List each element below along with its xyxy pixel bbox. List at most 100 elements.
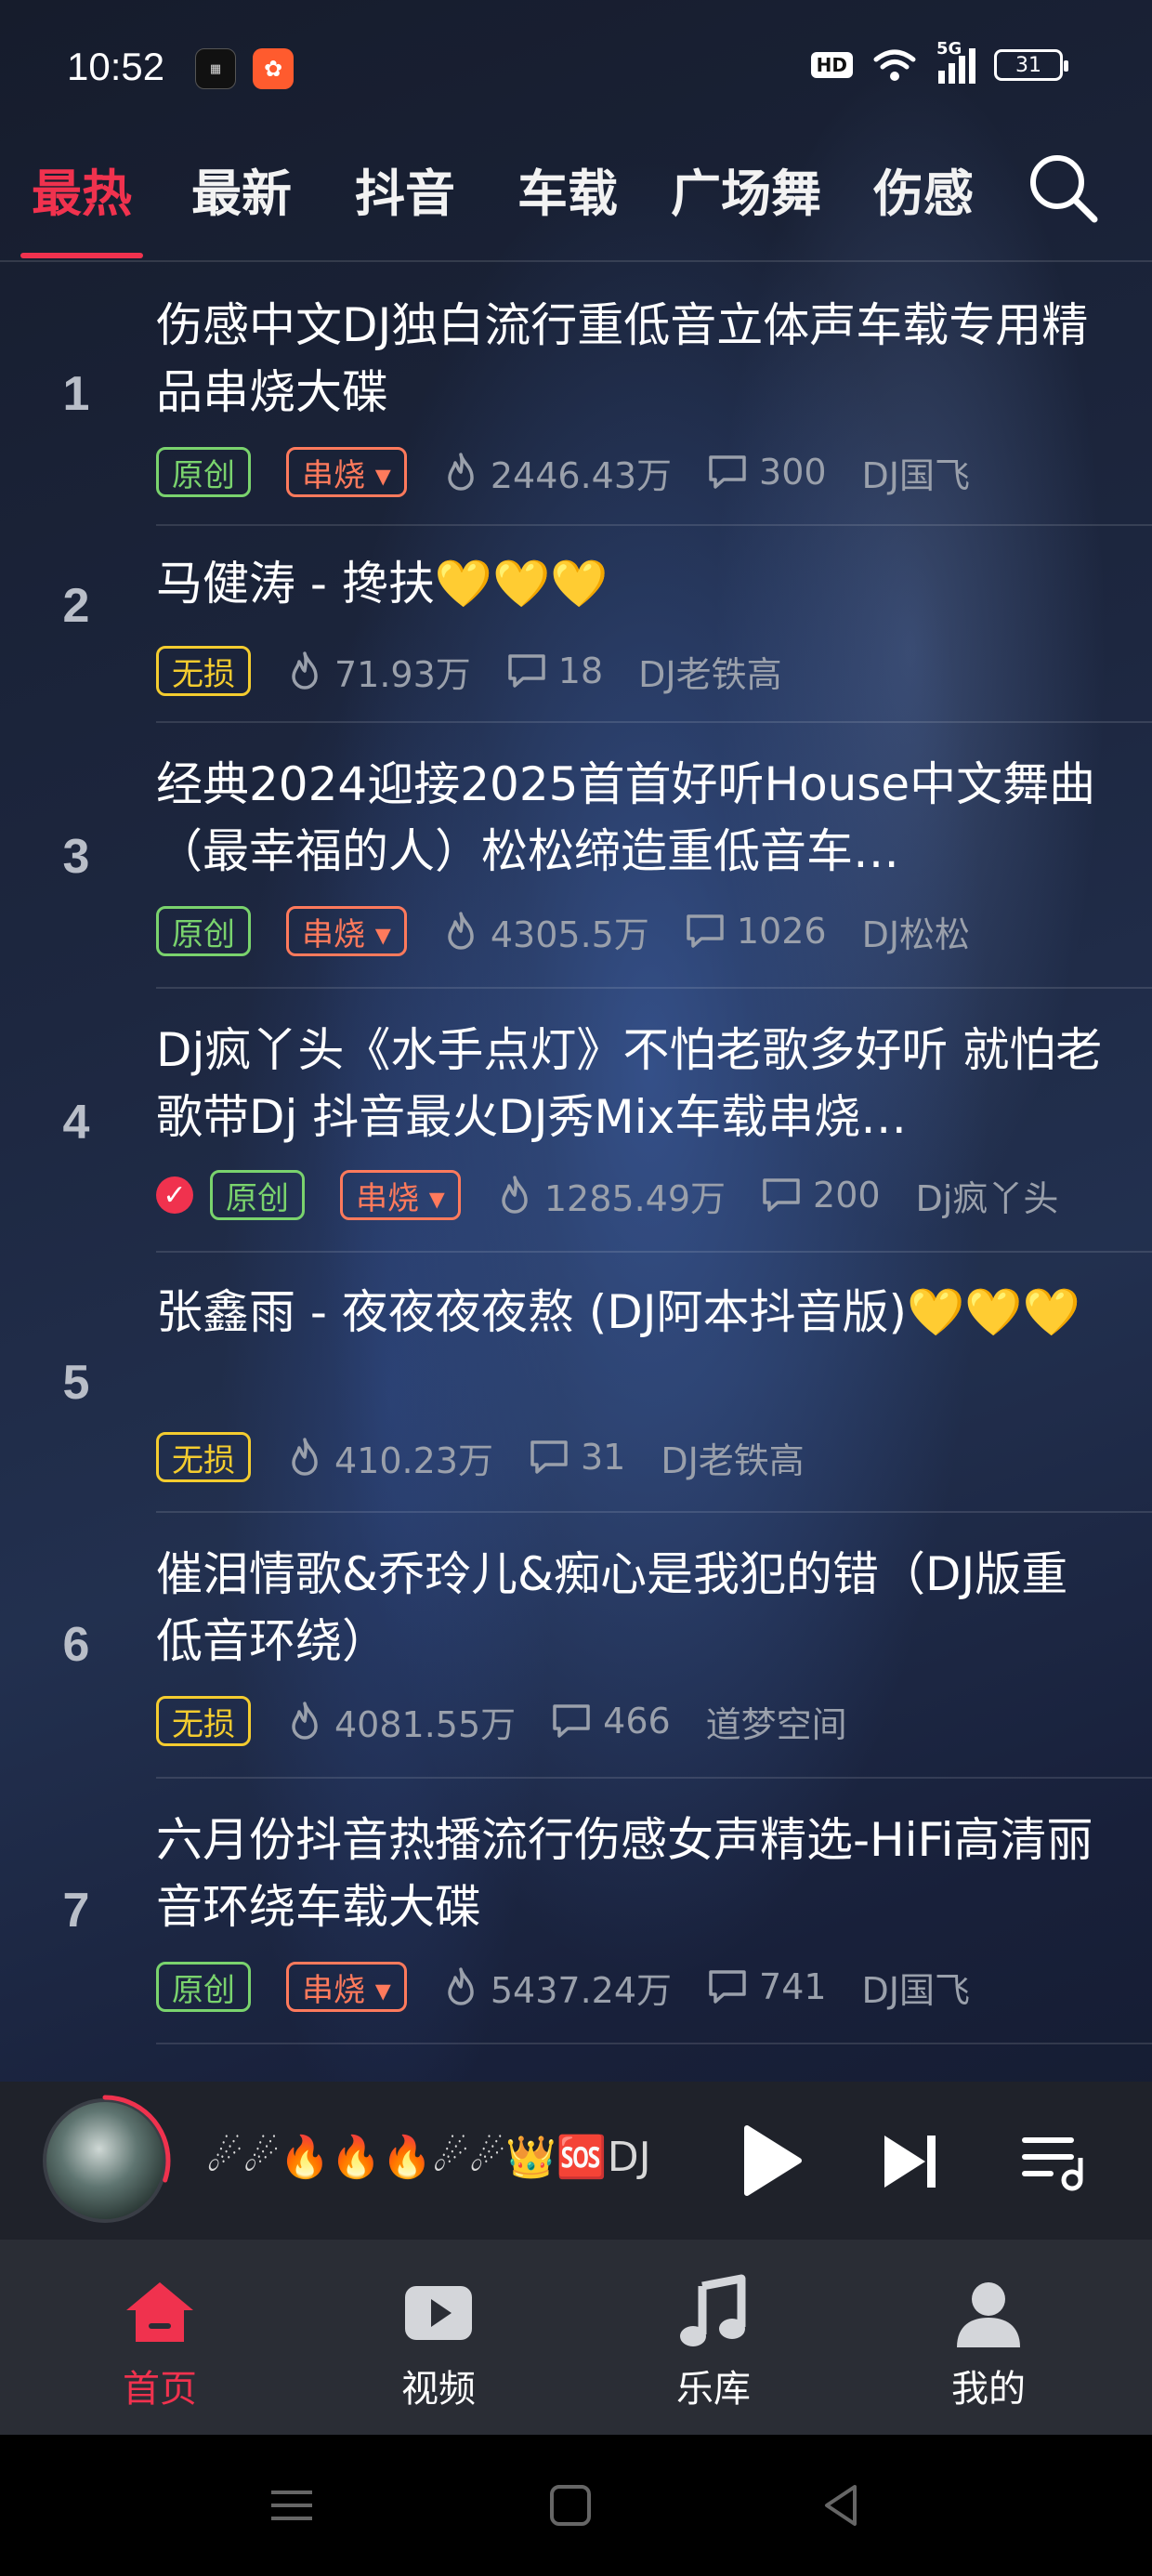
play-icon[interactable] — [727, 2119, 810, 2202]
playback-progress-ring — [39, 2095, 171, 2227]
original-tag: 原创 — [156, 906, 251, 956]
rank-number: 3 — [62, 830, 90, 884]
divider — [156, 2043, 1152, 2044]
song-meta: 原创 串烧 ▾ 4305.5万 1026 DJ松松 — [156, 905, 970, 957]
tab-hottest[interactable]: 最热 — [32, 152, 132, 226]
comment-count[interactable]: 741 — [707, 1966, 827, 2007]
tab-newest[interactable]: 最新 — [191, 152, 292, 226]
nav-video[interactable]: 视频 — [346, 2273, 531, 2412]
rank-number: 6 — [62, 1618, 90, 1672]
video-icon — [405, 2286, 472, 2340]
author-name[interactable]: DJ国飞 — [862, 447, 970, 498]
list-item[interactable]: 1 伤感中文DJ独白流行重低音立体声车载专用精品串烧大碟 原创 串烧 ▾ 244… — [0, 262, 1152, 526]
play-count-value: 2446.43万 — [490, 454, 673, 496]
battery-level: 31 — [1015, 53, 1041, 77]
tab-car[interactable]: 车载 — [517, 152, 618, 226]
tab-sad[interactable]: 伤感 — [873, 152, 974, 226]
comment-count[interactable]: 200 — [761, 1175, 881, 1216]
song-meta: 原创 串烧 ▾ 2446.43万 300 DJ国飞 — [156, 446, 970, 498]
tab-douyin[interactable]: 抖音 — [355, 152, 455, 226]
author-name[interactable]: DJ老铁高 — [638, 646, 781, 697]
flame-icon — [292, 1702, 318, 1740]
song-title[interactable]: 张鑫雨 - 夜夜夜夜熬 (DJ阿本抖音版)💛💛💛 — [156, 1279, 1104, 1346]
music-note-icon — [680, 2274, 746, 2346]
medley-tag-dropdown[interactable]: 串烧 ▾ — [286, 447, 407, 497]
rank-number: 1 — [62, 367, 90, 421]
list-item[interactable]: 4 Dj疯丫头《水手点灯》不怕老歌多好听 就怕老歌带Dj 抖音最火DJ秀Mix车… — [0, 989, 1152, 1253]
song-title[interactable]: 六月份抖音热播流行伤感女声精选-HiFi高清丽音环绕车载大碟 — [156, 1807, 1104, 1940]
mini-player[interactable]: ☄☄🔥🔥🔥☄☄👑🆘DJ — [0, 2082, 1152, 2240]
song-meta: 原创 串烧 ▾ 5437.24万 741 DJ国飞 — [156, 1961, 970, 2013]
system-navigation-bar — [0, 2435, 1152, 2576]
original-tag: 原创 — [156, 1962, 251, 2012]
play-count-value: 410.23万 — [334, 1439, 493, 1481]
nav-profile[interactable]: 我的 — [896, 2273, 1081, 2412]
list-item[interactable]: 6 催泪情歌&乔玲儿&痴心是我犯的错（DJ版重低音环绕） 无损 4081.55万… — [0, 1513, 1152, 1779]
comment-count[interactable]: 1026 — [685, 911, 827, 952]
comment-count-value: 300 — [759, 452, 827, 493]
list-item[interactable]: 3 经典2024迎接2025首首好听House中文舞曲（最幸福的人）松松缔造重低… — [0, 723, 1152, 989]
next-track-icon[interactable] — [873, 2124, 948, 2199]
author-name[interactable]: DJ松松 — [862, 906, 970, 957]
profile-icon — [957, 2282, 1020, 2347]
play-count-value: 4305.5万 — [490, 913, 649, 955]
now-playing-title[interactable]: ☄☄🔥🔥🔥☄☄👑🆘DJ — [206, 2133, 689, 2181]
comment-icon — [763, 1178, 800, 1212]
category-tabs: 最热 最新 抖音 车载 广场舞 伤感 — [0, 139, 1152, 260]
menu-icon[interactable] — [264, 2477, 320, 2533]
nav-library[interactable]: 乐库 — [621, 2273, 806, 2412]
comment-icon — [687, 914, 724, 948]
comment-count-value: 200 — [813, 1175, 881, 1216]
comment-count-value: 31 — [580, 1437, 626, 1478]
comment-icon — [709, 455, 746, 489]
song-title[interactable]: 催泪情歌&乔玲儿&痴心是我犯的错（DJ版重低音环绕） — [156, 1541, 1104, 1675]
medley-tag-dropdown[interactable]: 串烧 ▾ — [286, 906, 407, 956]
play-count-value: 4081.55万 — [334, 1703, 517, 1745]
song-meta: 无损 71.93万 18 DJ老铁高 — [156, 645, 782, 697]
play-count-value: 71.93万 — [334, 653, 471, 695]
author-name[interactable]: DJ国飞 — [862, 1962, 970, 2013]
song-meta: 无损 4081.55万 466 道梦空间 — [156, 1695, 847, 1747]
signal-icon: 5G — [936, 39, 975, 84]
comment-count-value: 1026 — [736, 911, 827, 952]
rank-number: 2 — [62, 579, 90, 633]
play-count: 5437.24万 — [442, 1962, 672, 2013]
list-item[interactable]: 5 张鑫雨 - 夜夜夜夜熬 (DJ阿本抖音版)💛💛💛 无损 410.23万 31… — [0, 1253, 1152, 1513]
medley-tag-dropdown[interactable]: 串烧 ▾ — [340, 1170, 461, 1220]
back-icon[interactable] — [814, 2477, 870, 2533]
medley-tag-dropdown[interactable]: 串烧 ▾ — [286, 1962, 407, 2012]
rank-number: 7 — [62, 1884, 90, 1938]
nav-label: 乐库 — [676, 2368, 751, 2411]
hd-badge: HD — [810, 52, 853, 78]
tab-square-dance[interactable]: 广场舞 — [671, 152, 821, 226]
comment-icon — [530, 1440, 568, 1474]
author-name[interactable]: Dj疯丫头 — [916, 1170, 1059, 1221]
list-item[interactable]: 7 六月份抖音热播流行伤感女声精选-HiFi高清丽音环绕车载大碟 原创 串烧 ▾… — [0, 1779, 1152, 2044]
flame-icon — [292, 1438, 318, 1476]
network-type: 5G — [936, 39, 962, 59]
comment-count[interactable]: 18 — [506, 651, 603, 691]
battery-indicator: 31 — [994, 49, 1068, 81]
home-square-icon[interactable] — [543, 2477, 598, 2533]
playlist-queue-icon[interactable] — [1016, 2124, 1091, 2199]
author-name[interactable]: DJ老铁高 — [661, 1432, 804, 1483]
song-title[interactable]: 马健涛 - 搀扶💛💛💛 — [156, 550, 1104, 617]
comment-count[interactable]: 466 — [551, 1701, 671, 1741]
play-count-value: 1285.49万 — [543, 1177, 727, 1219]
nav-home[interactable]: 首页 — [67, 2273, 253, 2412]
list-item[interactable]: 2 马健涛 - 搀扶💛💛💛 无损 71.93万 18 DJ老铁高 — [0, 526, 1152, 723]
nav-label: 视频 — [401, 2368, 476, 2411]
search-icon[interactable] — [1026, 151, 1100, 225]
flame-icon — [448, 912, 474, 950]
comment-icon — [709, 1970, 746, 2004]
original-tag: 原创 — [210, 1170, 305, 1220]
comment-count-value: 18 — [557, 651, 604, 691]
comment-count[interactable]: 31 — [529, 1437, 625, 1478]
song-title[interactable]: 经典2024迎接2025首首好听House中文舞曲（最幸福的人）松松缔造重低音车… — [156, 751, 1104, 885]
song-title[interactable]: Dj疯丫头《水手点灯》不怕老歌多好听 就怕老歌带Dj 抖音最火DJ秀Mix车载串… — [156, 1017, 1104, 1150]
comment-count[interactable]: 300 — [707, 452, 827, 493]
play-count: 4081.55万 — [286, 1696, 516, 1747]
play-count: 4305.5万 — [442, 906, 649, 957]
song-title[interactable]: 伤感中文DJ独白流行重低音立体声车载专用精品串烧大碟 — [156, 292, 1104, 426]
author-name[interactable]: 道梦空间 — [706, 1696, 847, 1747]
